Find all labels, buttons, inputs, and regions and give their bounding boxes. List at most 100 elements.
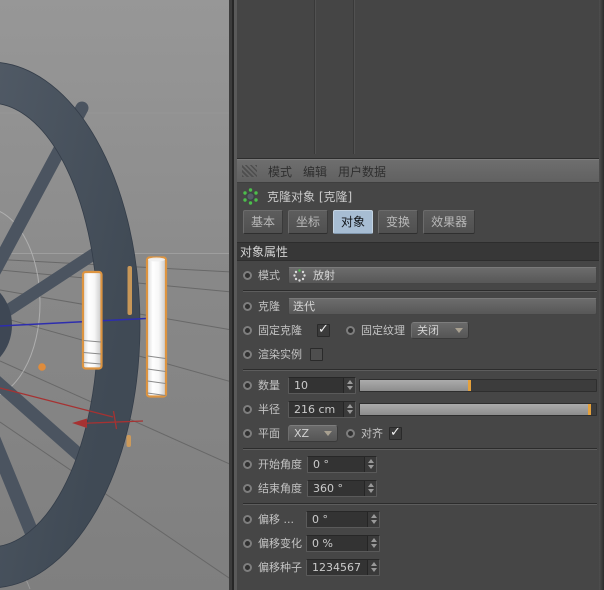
- spin-down-icon[interactable]: [346, 410, 353, 414]
- keyframe-dot[interactable]: [243, 459, 252, 469]
- column-divider: [353, 0, 355, 154]
- spin-up-icon[interactable]: [346, 380, 353, 384]
- object-title-row: 克隆对象 [克隆]: [237, 183, 604, 209]
- spinner-arrows[interactable]: [367, 511, 379, 527]
- keyframe-dot[interactable]: [346, 325, 355, 335]
- spin-up-icon[interactable]: [370, 562, 377, 566]
- offset-field[interactable]: 0 °: [306, 510, 380, 528]
- row-offset-variation: 偏移变化 0 %: [243, 534, 597, 552]
- radius-field[interactable]: 216 cm: [288, 400, 356, 418]
- spin-down-icon[interactable]: [367, 489, 374, 493]
- row-end-angle: 结束角度 360 °: [243, 479, 597, 497]
- start-angle-field[interactable]: 0 °: [307, 455, 377, 473]
- clone-dropdown[interactable]: 迭代: [288, 297, 597, 315]
- row-count: 数量 10: [243, 376, 597, 394]
- row-offset-seed: 偏移种子 1234567: [243, 558, 597, 576]
- keyframe-dot[interactable]: [243, 349, 252, 359]
- keyframe-dot[interactable]: [243, 514, 252, 524]
- radial-mode-icon: [293, 268, 306, 282]
- fix-texture-value: 关闭: [417, 324, 439, 337]
- keyframe-dot[interactable]: [243, 538, 252, 548]
- tab-basic[interactable]: 基本: [243, 210, 284, 234]
- end-angle-field[interactable]: 360 °: [307, 479, 377, 497]
- plane-dropdown[interactable]: XZ: [288, 424, 338, 442]
- row-render-instances: 渲染实例: [243, 345, 597, 363]
- plane-label: 平面: [258, 427, 280, 440]
- end-angle-label: 结束角度: [258, 482, 302, 495]
- row-mode: 模式 放射: [243, 266, 597, 284]
- group-separator: [243, 290, 597, 292]
- align-label: 对齐: [361, 427, 383, 440]
- spin-down-icon[interactable]: [346, 386, 353, 390]
- spin-up-icon[interactable]: [367, 483, 374, 487]
- keyframe-dot[interactable]: [243, 483, 252, 493]
- attribute-manager-panel: 模式 编辑 用户数据 克隆对象 [克隆] 基本 坐标 对象 变换 效果器 对象属…: [237, 0, 604, 590]
- offset-seed-field[interactable]: 1234567: [306, 558, 380, 576]
- spin-up-icon[interactable]: [367, 459, 374, 463]
- render-instances-checkbox[interactable]: [310, 347, 323, 361]
- start-angle-label: 开始角度: [258, 458, 302, 471]
- chevron-down-icon: [455, 327, 463, 333]
- row-clone: 克隆 迭代: [243, 297, 597, 315]
- keyframe-dot[interactable]: [243, 428, 252, 438]
- panel-right-border: [599, 0, 604, 590]
- spin-down-icon[interactable]: [370, 544, 377, 548]
- attribute-tabs: 基本 坐标 对象 变换 效果器: [237, 209, 604, 235]
- viewport-3d[interactable]: [0, 0, 232, 590]
- clone-bar-selected[interactable]: [81, 270, 103, 370]
- keyframe-dot[interactable]: [243, 380, 252, 390]
- clone-bar-selected[interactable]: [145, 256, 168, 398]
- menu-edit[interactable]: 编辑: [303, 163, 327, 180]
- align-checkbox[interactable]: [389, 425, 402, 440]
- count-field[interactable]: 10: [288, 376, 356, 394]
- group-separator: [243, 369, 597, 371]
- object-title: 克隆对象 [克隆]: [267, 189, 353, 204]
- menu-user-data[interactable]: 用户数据: [338, 163, 386, 180]
- tab-transform[interactable]: 变换: [378, 210, 419, 234]
- clone-value: 迭代: [293, 300, 315, 313]
- radius-slider[interactable]: [359, 402, 597, 416]
- spinner-arrows[interactable]: [343, 377, 355, 393]
- render-instances-label: 渲染实例: [258, 348, 302, 361]
- count-slider[interactable]: [359, 378, 597, 392]
- offset-variation-field[interactable]: 0 %: [306, 534, 380, 552]
- spin-up-icon[interactable]: [370, 538, 377, 542]
- spinner-arrows[interactable]: [367, 559, 379, 575]
- fix-texture-label: 固定纹理: [361, 324, 405, 337]
- offset-value: 0 °: [312, 512, 328, 526]
- row-fix-clone-texture: 固定克隆 固定纹理 关闭: [243, 321, 597, 339]
- tab-coordinates[interactable]: 坐标: [288, 210, 329, 234]
- tab-object[interactable]: 对象: [333, 210, 374, 234]
- clone-marker-dot[interactable]: [38, 363, 46, 371]
- offset-variation-label: 偏移变化: [258, 537, 302, 550]
- offset-variation-value: 0 %: [312, 536, 333, 550]
- fix-clone-checkbox[interactable]: [317, 322, 330, 337]
- section-header-object-properties[interactable]: 对象属性: [237, 242, 604, 261]
- keyframe-dot[interactable]: [243, 404, 252, 414]
- column-divider: [314, 0, 316, 154]
- mode-dropdown[interactable]: 放射: [288, 266, 597, 284]
- spin-down-icon[interactable]: [370, 520, 377, 524]
- spinner-arrows[interactable]: [364, 456, 376, 472]
- keyframe-dot[interactable]: [243, 270, 252, 280]
- mode-label: 模式: [258, 269, 280, 282]
- keyframe-dot[interactable]: [346, 428, 355, 438]
- spin-up-icon[interactable]: [346, 404, 353, 408]
- plane-value: XZ: [294, 426, 310, 440]
- spinner-arrows[interactable]: [367, 535, 379, 551]
- tab-effectors[interactable]: 效果器: [423, 210, 476, 234]
- fix-clone-label: 固定克隆: [258, 324, 302, 337]
- drag-handle-icon[interactable]: [242, 165, 257, 177]
- keyframe-dot[interactable]: [243, 562, 252, 572]
- spinner-arrows[interactable]: [343, 401, 355, 417]
- mode-value: 放射: [313, 269, 335, 282]
- spinner-arrows[interactable]: [364, 480, 376, 496]
- menu-mode[interactable]: 模式: [268, 163, 292, 180]
- keyframe-dot[interactable]: [243, 301, 252, 311]
- fix-texture-dropdown[interactable]: 关闭: [411, 321, 469, 339]
- spin-up-icon[interactable]: [370, 514, 377, 518]
- spin-down-icon[interactable]: [367, 465, 374, 469]
- keyframe-dot[interactable]: [243, 325, 252, 335]
- row-offset: 偏移 ... 0 °: [243, 510, 597, 528]
- spin-down-icon[interactable]: [370, 568, 377, 572]
